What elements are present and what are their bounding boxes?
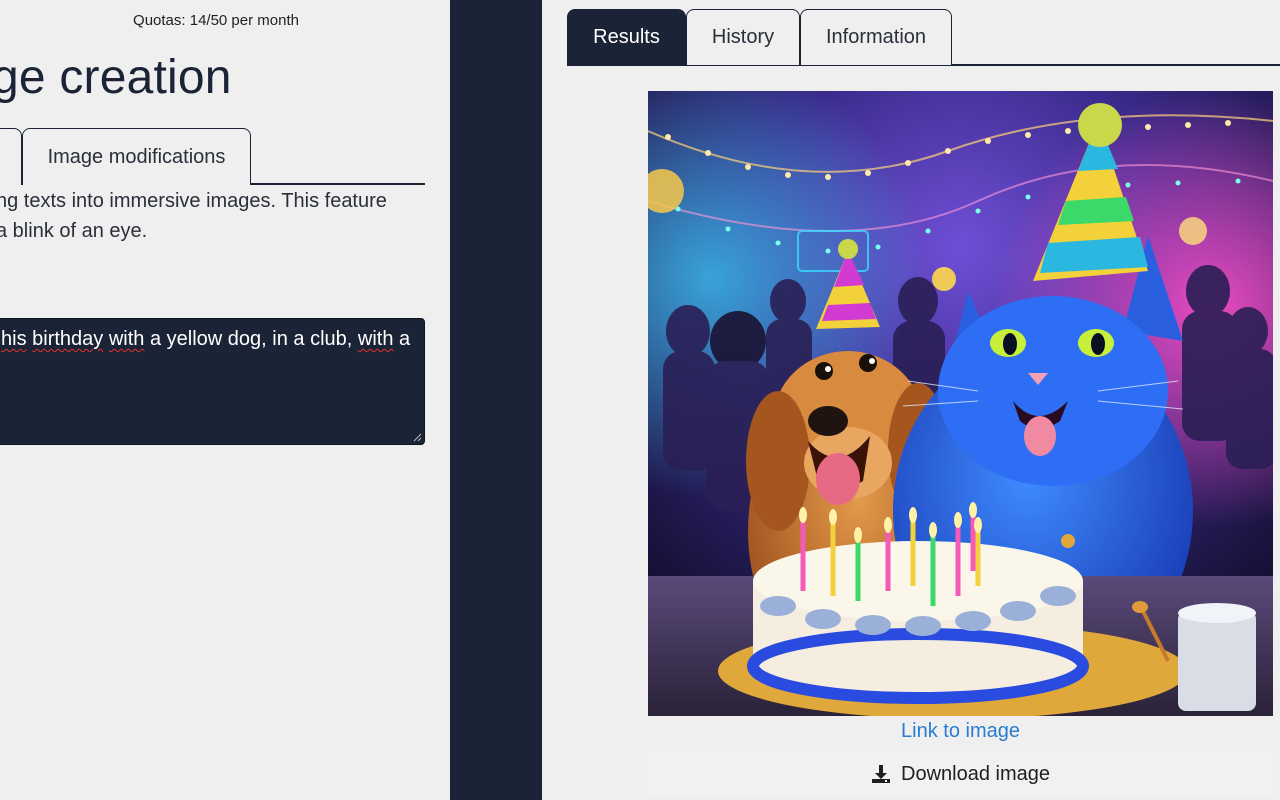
generated-image-illustration bbox=[648, 91, 1273, 716]
download-image-button[interactable]: Download image bbox=[648, 752, 1273, 796]
link-to-image[interactable]: Link to image bbox=[648, 720, 1273, 743]
prompt-word-misspelled: birthday bbox=[32, 328, 104, 350]
prompt-fragment: a yellow dog, in a club, bbox=[144, 328, 358, 350]
tab-image-modifications[interactable]: Image modifications bbox=[22, 128, 251, 185]
right-panel: Results History Information Link to imag… bbox=[542, 0, 1280, 800]
prompt-text: his birthday with a yellow dog, in a clu… bbox=[1, 325, 414, 353]
download-image-label: Download image bbox=[901, 762, 1050, 785]
tab-image-creation[interactable] bbox=[0, 128, 22, 185]
left-tab-bar: Image modifications bbox=[0, 128, 425, 185]
left-panel: Quotas: 14/50 per month ge creation Imag… bbox=[0, 0, 450, 800]
tab-information[interactable]: Information bbox=[800, 9, 952, 65]
results-tab-bar: Results History Information bbox=[567, 9, 1280, 66]
prompt-fragment: a bbox=[393, 328, 411, 350]
description-line: ng texts into immersive images. This fea… bbox=[0, 190, 387, 212]
description-line: a blink of an eye. bbox=[0, 220, 148, 242]
generated-image[interactable] bbox=[648, 91, 1273, 716]
feature-description: ng texts into immersive images. This fea… bbox=[0, 186, 416, 246]
prompt-word-misspelled: with bbox=[108, 328, 145, 350]
resize-handle-icon[interactable] bbox=[413, 433, 422, 442]
download-icon bbox=[872, 765, 890, 783]
quota-text: Quotas: 14/50 per month bbox=[133, 12, 299, 29]
prompt-word-misspelled: with bbox=[357, 328, 394, 350]
tab-results[interactable]: Results bbox=[567, 9, 686, 65]
page-title: ge creation bbox=[0, 51, 232, 104]
prompt-textarea[interactable]: his birthday with a yellow dog, in a clu… bbox=[0, 318, 425, 445]
prompt-word-misspelled: his bbox=[1, 328, 27, 350]
tab-history[interactable]: History bbox=[686, 9, 800, 65]
prompt-label: . bbox=[0, 258, 1, 279]
